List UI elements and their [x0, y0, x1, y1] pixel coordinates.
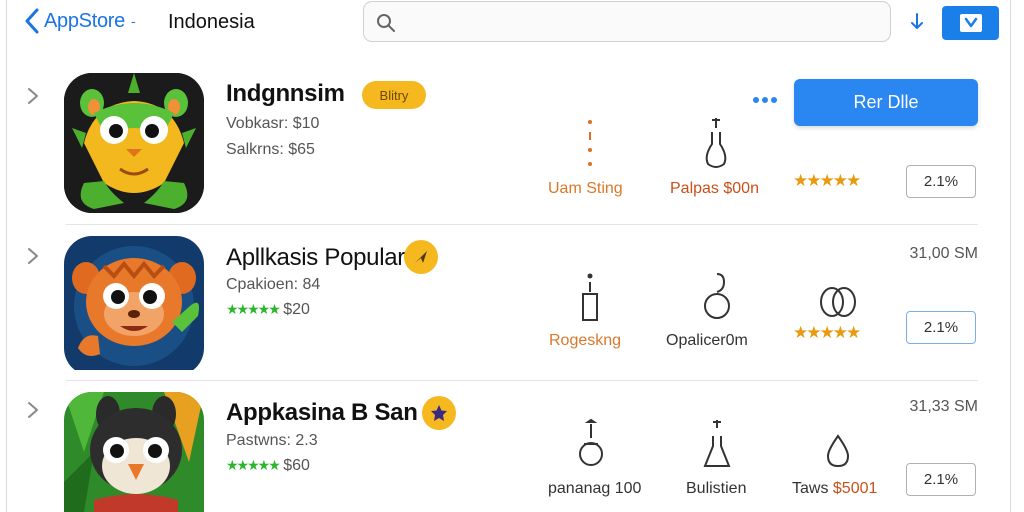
top-bar: AppStore - Indonesia	[0, 0, 1024, 46]
rating-stars-small: ★★★★★	[226, 457, 281, 473]
chevron-right-icon[interactable]	[26, 86, 40, 106]
download-button[interactable]	[942, 6, 999, 40]
eggs-icon	[820, 287, 856, 317]
app-subtitle-1: Cpakioen: 84	[226, 276, 321, 293]
app-subtitle-2: Salkrns: $65	[226, 141, 315, 158]
flask-icon	[703, 420, 731, 467]
back-dot: -	[131, 13, 136, 29]
app-subtitle-2: ★★★★★ $60	[226, 457, 310, 474]
frame-right-border	[1010, 0, 1011, 512]
app-subtitle-1: Pastwns: 2.3	[226, 432, 318, 449]
rating-stars-small: ★★★★★	[226, 301, 281, 317]
search-icon	[377, 14, 395, 32]
app-subtitle-1: Vobkasr: $10	[226, 115, 320, 132]
back-label: AppStore	[44, 9, 125, 32]
region-title: Indonesia	[168, 11, 255, 33]
drop-icon	[826, 434, 850, 468]
phone-icon	[582, 273, 598, 321]
chevron-right-icon[interactable]	[26, 246, 40, 266]
frame-left-border	[6, 0, 7, 512]
feature-label-1: pananag 100	[548, 480, 642, 497]
feature-label-1: Rogeskng	[549, 332, 622, 349]
app-icon-raccoon[interactable]	[64, 392, 204, 512]
feature-label-3: Taws $5001	[792, 480, 878, 497]
size-badge: 2.1%	[906, 311, 976, 344]
featured-badge-icon	[404, 240, 438, 274]
row-divider	[66, 224, 978, 225]
size-badge: 2.1%	[906, 463, 976, 496]
feature-label-2: Palpas $00n	[670, 180, 759, 197]
back-button[interactable]: AppStore -	[24, 8, 136, 34]
app-name[interactable]: Indgnnsim	[226, 80, 345, 108]
rating-stars: ★★★★★	[793, 171, 861, 190]
chevron-right-icon[interactable]	[26, 400, 40, 420]
featured-star-icon	[422, 396, 456, 430]
app-subtitle-2: ★★★★★ $20	[226, 301, 310, 318]
app-price: 31,33 SM	[909, 398, 978, 415]
bell-icon	[579, 418, 603, 466]
feature-label-2: Bulistien	[686, 480, 747, 497]
app-name[interactable]: Apllkasis Popular	[226, 244, 405, 272]
rating-stars: ★★★★★	[793, 323, 861, 342]
feature-label-1: Uam Sting	[548, 180, 623, 197]
search-bar[interactable]	[363, 1, 891, 42]
category-badge: Blitry	[362, 81, 426, 109]
sort-arrow-icon[interactable]	[908, 12, 924, 32]
app-icon-orange-monkey[interactable]	[64, 236, 204, 376]
app-price: 31,00 SM	[909, 245, 978, 262]
install-button[interactable]: Rer Dlle	[794, 79, 978, 126]
app-icon-green-creature[interactable]	[64, 73, 204, 213]
row-divider	[66, 380, 978, 381]
ring-icon	[704, 273, 730, 319]
more-options-icon[interactable]	[752, 92, 778, 110]
size-badge: 2.1%	[906, 165, 976, 198]
flask-icon	[705, 118, 727, 168]
feature-dots-icon	[588, 120, 592, 166]
feature-label-2: Opalicer0m	[666, 332, 748, 349]
download-icon	[959, 14, 982, 32]
search-input[interactable]	[404, 10, 874, 34]
app-name[interactable]: Appkasina B San	[226, 399, 418, 427]
chevron-left-icon	[25, 8, 39, 34]
